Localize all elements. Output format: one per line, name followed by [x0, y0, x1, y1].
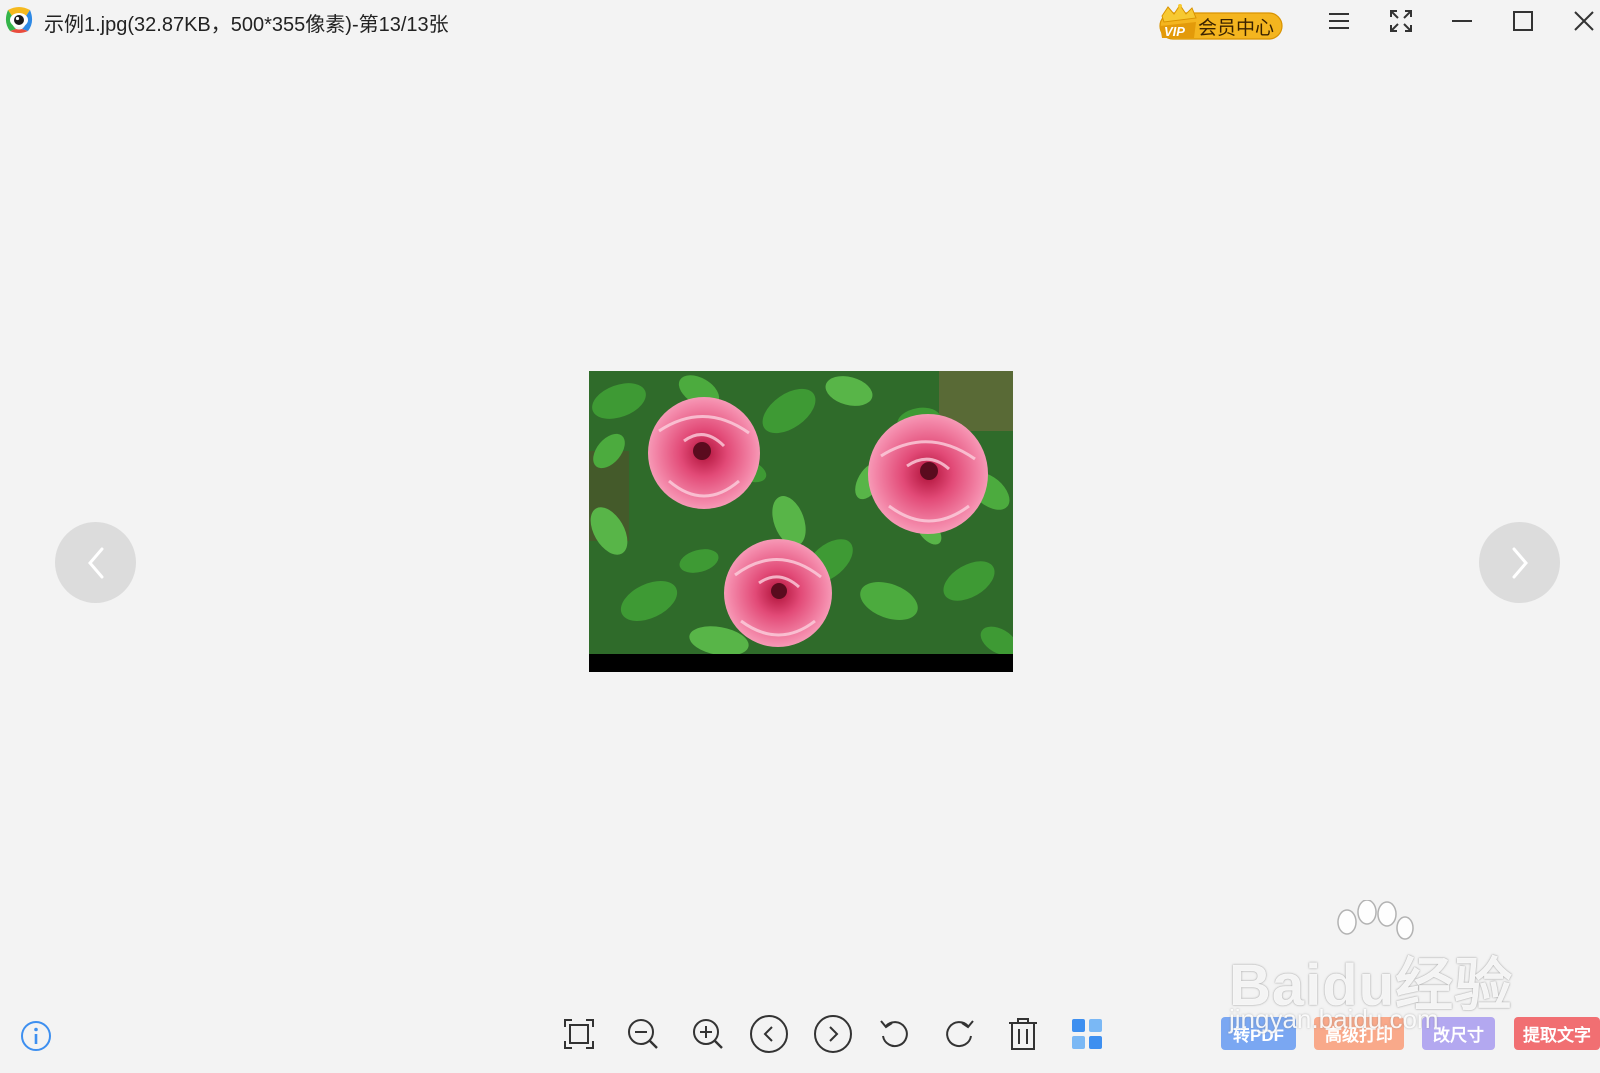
svg-text:VIP: VIP — [1164, 24, 1185, 39]
next-button[interactable] — [813, 1014, 853, 1054]
vip-center-button[interactable]: VIP 会员中心 — [1156, 4, 1286, 42]
previous-button[interactable] — [749, 1014, 789, 1054]
info-icon — [21, 1021, 51, 1051]
maximize-button[interactable] — [1506, 6, 1540, 36]
vip-center-label: 会员中心 — [1198, 18, 1275, 39]
baidu-watermark: Baidu经验 jingyan.baidu.com — [1225, 900, 1555, 1034]
minimize-button[interactable] — [1445, 6, 1479, 36]
fullscreen-icon — [1390, 10, 1412, 32]
rose-photo-image — [589, 371, 1013, 672]
zoom-in-icon — [693, 1019, 723, 1049]
trash-icon — [1009, 1018, 1037, 1050]
extract-text-button[interactable]: 提取文字 — [1514, 1017, 1600, 1050]
rotate-left-icon — [880, 1020, 908, 1048]
menu-button[interactable] — [1322, 6, 1356, 36]
zoom-out-icon — [628, 1019, 658, 1049]
chevron-left-icon — [87, 547, 103, 578]
to-pdf-button[interactable]: 转PDF — [1221, 1017, 1296, 1050]
rotate-right-icon — [946, 1020, 974, 1048]
close-button[interactable] — [1567, 6, 1600, 36]
zoom-out-button[interactable] — [623, 1014, 663, 1054]
rotate-right-button[interactable] — [939, 1014, 979, 1054]
minimize-icon — [1452, 20, 1472, 22]
circle-chevron-right-icon — [814, 1015, 852, 1053]
fit-to-window-icon — [564, 1019, 594, 1049]
rotate-left-button[interactable] — [875, 1014, 915, 1054]
watermark-brand: Baidu经验 — [1229, 953, 1514, 1018]
displayed-photo — [589, 371, 1013, 672]
zoom-in-button[interactable] — [688, 1014, 728, 1054]
fullscreen-button[interactable] — [1384, 6, 1418, 36]
chevron-right-icon — [1512, 547, 1528, 578]
window-title: 示例1.jpg(32.87KB，500*355像素)-第13/13张 — [44, 14, 449, 36]
paw-logo-icon — [1337, 900, 1414, 940]
delete-button[interactable] — [1003, 1014, 1043, 1054]
close-icon — [1574, 11, 1594, 31]
eye-logo-icon — [5, 7, 33, 33]
advanced-print-button[interactable]: 高级打印 — [1314, 1017, 1404, 1050]
thumbnail-grid-icon — [1072, 1019, 1102, 1049]
thumbnail-view-button[interactable] — [1067, 1014, 1107, 1054]
fit-to-window-button[interactable] — [559, 1014, 599, 1054]
previous-image-button[interactable] — [55, 522, 136, 603]
maximize-icon — [1513, 11, 1533, 31]
hamburger-menu-icon — [1329, 13, 1349, 29]
info-button[interactable] — [18, 1018, 54, 1054]
next-image-button[interactable] — [1479, 522, 1560, 603]
title-bar: 示例1.jpg(32.87KB，500*355像素)-第13/13张 VIP 会… — [0, 0, 1600, 44]
resize-button[interactable]: 改尺寸 — [1422, 1017, 1495, 1050]
circle-chevron-left-icon — [750, 1015, 788, 1053]
